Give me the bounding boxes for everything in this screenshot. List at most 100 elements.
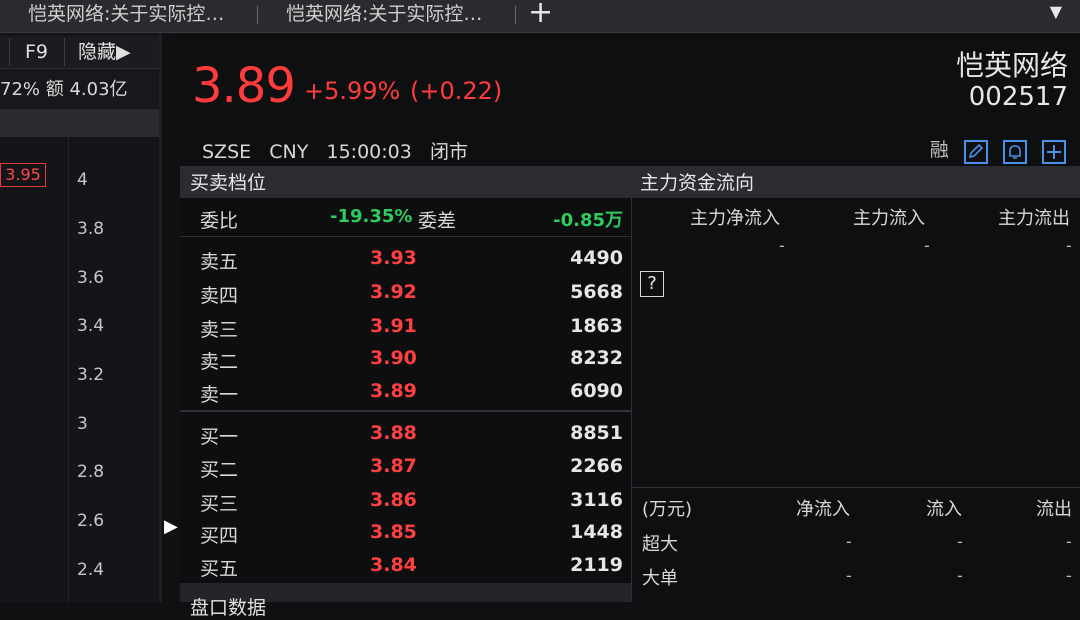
main-inflow-value: - <box>924 236 930 255</box>
bid-level-label: 买五 <box>200 558 239 580</box>
help-icon[interactable]: ? <box>640 271 664 297</box>
bid-price: 3.86 <box>370 489 417 511</box>
net-inflow-col: 净流入 <box>796 499 850 520</box>
funds-flow-title: 主力资金流向 <box>640 172 755 194</box>
ask-level-label: 卖一 <box>200 384 239 406</box>
ask-price: 3.90 <box>370 347 417 369</box>
divider <box>632 487 1080 488</box>
edit-icon[interactable] <box>963 139 988 164</box>
weicha-value: -0.85万 <box>553 210 623 231</box>
tab-news-1[interactable]: 恺英网络:关于实际控… <box>28 0 248 32</box>
y-axis-tick: 3.2 <box>77 365 105 385</box>
ask-level-label: 卖三 <box>200 319 239 341</box>
tab-separator <box>515 6 516 24</box>
bid-price: 3.87 <box>370 455 417 477</box>
bid-price: 3.84 <box>370 554 417 576</box>
y-axis-tick: 3.6 <box>77 268 105 288</box>
flow-value: - <box>1066 566 1072 585</box>
hide-button[interactable]: 隐藏▶ <box>78 36 131 68</box>
expand-arrow-icon[interactable]: ▶ <box>164 516 178 537</box>
weibi-label: 委比 <box>200 210 239 232</box>
flow-value: - <box>846 532 852 551</box>
main-inflow-header: 主力流入 <box>853 208 925 229</box>
bid-volume: 2119 <box>570 554 623 576</box>
ask-row: 卖三 3.91 1863 <box>180 315 631 347</box>
exchange-label: SZSE <box>202 141 252 163</box>
main-net-inflow-header: 主力净流入 <box>690 208 780 229</box>
stock-name: 恺英网络 <box>955 49 1068 82</box>
y-axis-tick: 3.8 <box>77 219 105 239</box>
main-net-inflow-value: - <box>779 236 785 255</box>
change-percent: +5.99% <box>304 77 401 105</box>
funds-flow-header: 主力资金流向 <box>632 166 1080 198</box>
bid-row: 买四 3.85 1448 <box>180 521 631 553</box>
flow-row-label: 大单 <box>642 568 678 589</box>
outflow-col: 流出 <box>1036 499 1072 520</box>
tab-news-2[interactable]: 恺英网络:关于实际控… <box>286 0 506 32</box>
panel-splitter[interactable] <box>159 33 162 602</box>
order-book-title: 买卖档位 <box>190 172 267 194</box>
y-axis-tick: 2.8 <box>77 462 105 482</box>
unit-label: (万元) <box>642 499 693 520</box>
tab-separator <box>257 6 258 24</box>
weicha-label: 委差 <box>418 210 457 232</box>
bid-level-label: 买二 <box>200 459 239 481</box>
margin-label: 融 <box>929 139 949 161</box>
market-meta: SZSE CNY 15:00:03 闭市 <box>202 137 468 164</box>
stock-code: 002517 <box>968 82 1068 112</box>
ask-volume: 6090 <box>570 380 623 402</box>
weibi-value: -19.35% <box>330 206 413 227</box>
last-price: 3.89 <box>192 58 296 114</box>
bid-volume: 3116 <box>570 489 623 511</box>
main-outflow-value: - <box>1066 236 1072 255</box>
ask-price: 3.93 <box>370 247 417 269</box>
flow-value: - <box>846 566 852 585</box>
ask-volume: 5668 <box>570 281 623 303</box>
bid-row: 买五 3.84 2119 <box>180 554 631 586</box>
bid-level-label: 买三 <box>200 493 239 515</box>
current-price-marker: 3.95 <box>0 163 46 187</box>
tab-menu-icon[interactable]: ▼ <box>1050 2 1062 21</box>
y-axis-tick: 2.4 <box>77 560 105 580</box>
bid-price: 3.88 <box>370 422 417 444</box>
ask-level-label: 卖五 <box>200 251 239 273</box>
add-tab-icon[interactable]: + <box>528 0 553 28</box>
bid-row: 买一 3.88 8851 <box>180 422 631 454</box>
f9-button[interactable]: F9 <box>25 36 48 68</box>
divider <box>180 410 631 412</box>
bid-volume: 2266 <box>570 455 623 477</box>
y-axis-tick: 2.6 <box>77 511 105 531</box>
divider <box>631 166 632 602</box>
order-book-header: 买卖档位 <box>180 166 631 198</box>
flow-value: - <box>1066 532 1072 551</box>
currency-label: CNY <box>269 141 309 163</box>
bell-icon[interactable] <box>1002 139 1027 164</box>
market-status: 闭市 <box>429 141 468 163</box>
bid-level-label: 买一 <box>200 426 239 448</box>
ask-row: 卖四 3.92 5668 <box>180 281 631 313</box>
ask-level-label: 卖二 <box>200 351 239 373</box>
chart-axis-line <box>68 137 69 602</box>
chart-band <box>0 109 160 137</box>
bid-level-label: 买四 <box>200 525 239 547</box>
bid-row: 买三 3.86 3116 <box>180 489 631 521</box>
weibi-row: 委比 -19.35% 委差 -0.85万 <box>180 206 631 238</box>
ask-row: 卖一 3.89 6090 <box>180 380 631 412</box>
chart-info-text: 72% 额 4.03亿 <box>0 70 160 108</box>
y-axis-tick: 3 <box>77 414 88 434</box>
change-amount: (+0.22) <box>410 77 503 105</box>
ask-volume: 4490 <box>570 247 623 269</box>
ask-volume: 1863 <box>570 315 623 337</box>
add-watchlist-icon[interactable] <box>1042 139 1066 164</box>
ask-price: 3.89 <box>370 380 417 402</box>
ask-level-label: 卖四 <box>200 285 239 307</box>
ask-price: 3.92 <box>370 281 417 303</box>
flow-value: - <box>957 532 963 551</box>
bid-volume: 8851 <box>570 422 623 444</box>
ask-row: 卖二 3.90 8232 <box>180 347 631 379</box>
order-book-footer[interactable]: 盘口数据 <box>180 583 631 619</box>
ask-price: 3.91 <box>370 315 417 337</box>
main-outflow-header: 主力流出 <box>998 208 1070 229</box>
flow-value: - <box>957 566 963 585</box>
divider <box>180 236 631 237</box>
